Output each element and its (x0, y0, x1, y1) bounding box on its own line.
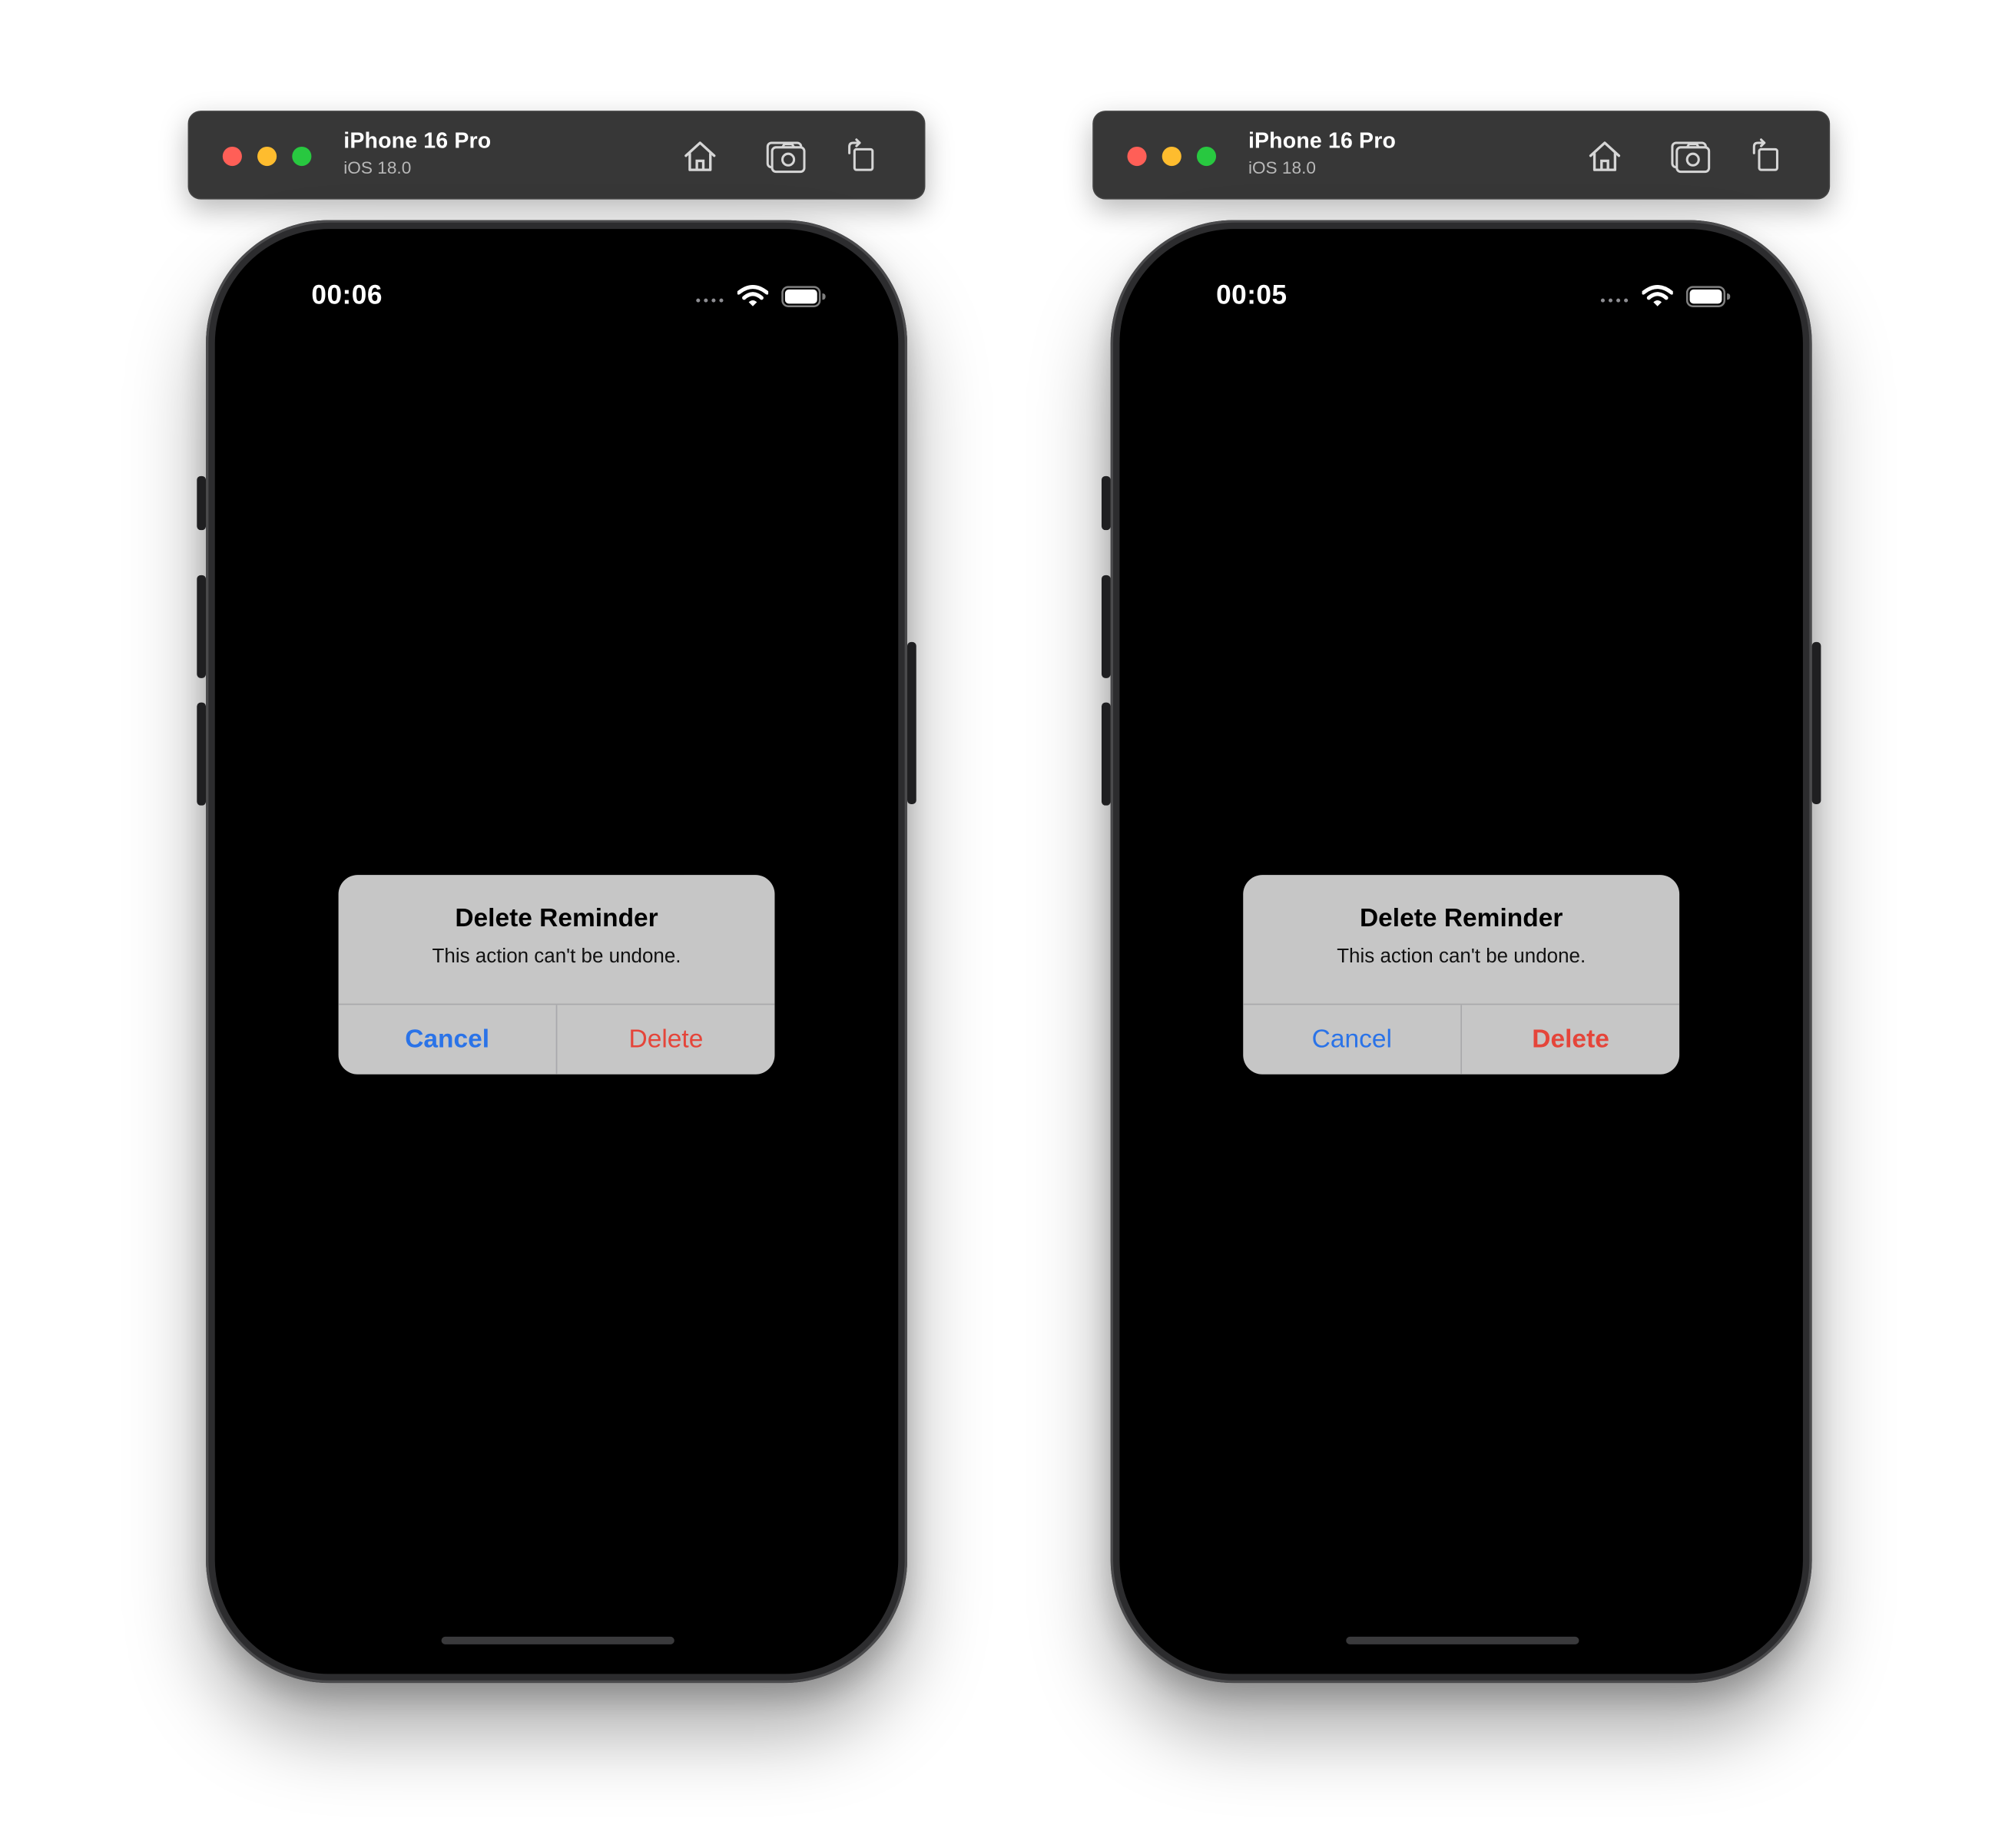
close-window-button[interactable] (222, 146, 242, 167)
screenshot-icon (766, 141, 806, 174)
simulator-right: iPhone 16 Pro iOS 18.0 00:05 Delete Remi… (1092, 0, 1831, 1848)
battery-icon (781, 286, 826, 307)
power-side-button[interactable] (907, 641, 916, 804)
home-icon (684, 141, 716, 171)
rotate-icon (848, 138, 874, 171)
rotate-button[interactable] (1745, 134, 1789, 177)
cancel-button[interactable]: Cancel (339, 1005, 556, 1074)
close-window-button[interactable] (1127, 146, 1147, 167)
home-button[interactable] (1582, 134, 1626, 177)
home-indicator[interactable] (441, 1636, 674, 1644)
wifi-icon (1642, 285, 1673, 306)
os-version: iOS 18.0 (343, 158, 412, 178)
cellular-signal-icon (696, 298, 724, 303)
minimize-window-button[interactable] (257, 146, 277, 167)
status-bar-time: 00:05 (1216, 280, 1288, 310)
device-name: iPhone 16 Pro (1248, 128, 1397, 154)
home-indicator[interactable] (1346, 1636, 1579, 1644)
home-icon (1589, 141, 1621, 171)
simulator-title-bar: iPhone 16 Pro iOS 18.0 (1092, 111, 1831, 200)
rotate-icon (1752, 138, 1778, 171)
volume-up-side-button[interactable] (1101, 575, 1111, 678)
iphone-frame: 00:06 Delete Reminder This action can't … (197, 220, 916, 1684)
simulator-left: iPhone 16 Pro iOS 18.0 00:06 Delete Remi… (187, 0, 926, 1848)
iphone-frame: 00:05 Delete Reminder This action can't … (1101, 220, 1821, 1684)
alert-message: This action can't be undone. (1337, 946, 1586, 968)
rotate-button[interactable] (840, 134, 884, 177)
zoom-window-button[interactable] (1196, 146, 1217, 167)
cellular-signal-icon (1600, 298, 1629, 303)
volume-down-side-button[interactable] (1101, 702, 1111, 806)
volume-up-side-button[interactable] (197, 575, 207, 678)
minimize-window-button[interactable] (1162, 146, 1181, 167)
zoom-window-button[interactable] (292, 146, 312, 167)
delete-reminder-alert: Delete Reminder This action can't be und… (1243, 875, 1680, 1075)
alert-title: Delete Reminder (455, 904, 658, 933)
stage: iPhone 16 Pro iOS 18.0 00:06 Delete Remi… (0, 0, 2005, 1848)
os-version: iOS 18.0 (1248, 158, 1316, 178)
device-name: iPhone 16 Pro (343, 128, 492, 154)
battery-icon (1685, 286, 1731, 307)
simulator-title-bar: iPhone 16 Pro iOS 18.0 (187, 111, 926, 200)
status-bar-time: 00:06 (311, 280, 383, 310)
cancel-button[interactable]: Cancel (1243, 1005, 1460, 1074)
screenshot-icon (1671, 141, 1711, 174)
delete-button[interactable]: Delete (1462, 1005, 1679, 1074)
wifi-icon (737, 285, 769, 306)
volume-down-side-button[interactable] (197, 702, 207, 806)
action-side-button[interactable] (197, 475, 207, 531)
phone-screen: 00:05 Delete Reminder This action can't … (1119, 229, 1803, 1674)
screenshot-button[interactable] (764, 134, 808, 177)
alert-message: This action can't be undone. (432, 946, 681, 968)
delete-button[interactable]: Delete (557, 1005, 774, 1074)
delete-reminder-alert: Delete Reminder This action can't be und… (338, 875, 775, 1075)
action-side-button[interactable] (1101, 475, 1111, 531)
alert-title: Delete Reminder (1359, 904, 1563, 933)
home-button[interactable] (678, 134, 722, 177)
power-side-button[interactable] (1811, 641, 1821, 804)
phone-screen: 00:06 Delete Reminder This action can't … (214, 229, 899, 1674)
screenshot-button[interactable] (1669, 134, 1713, 177)
